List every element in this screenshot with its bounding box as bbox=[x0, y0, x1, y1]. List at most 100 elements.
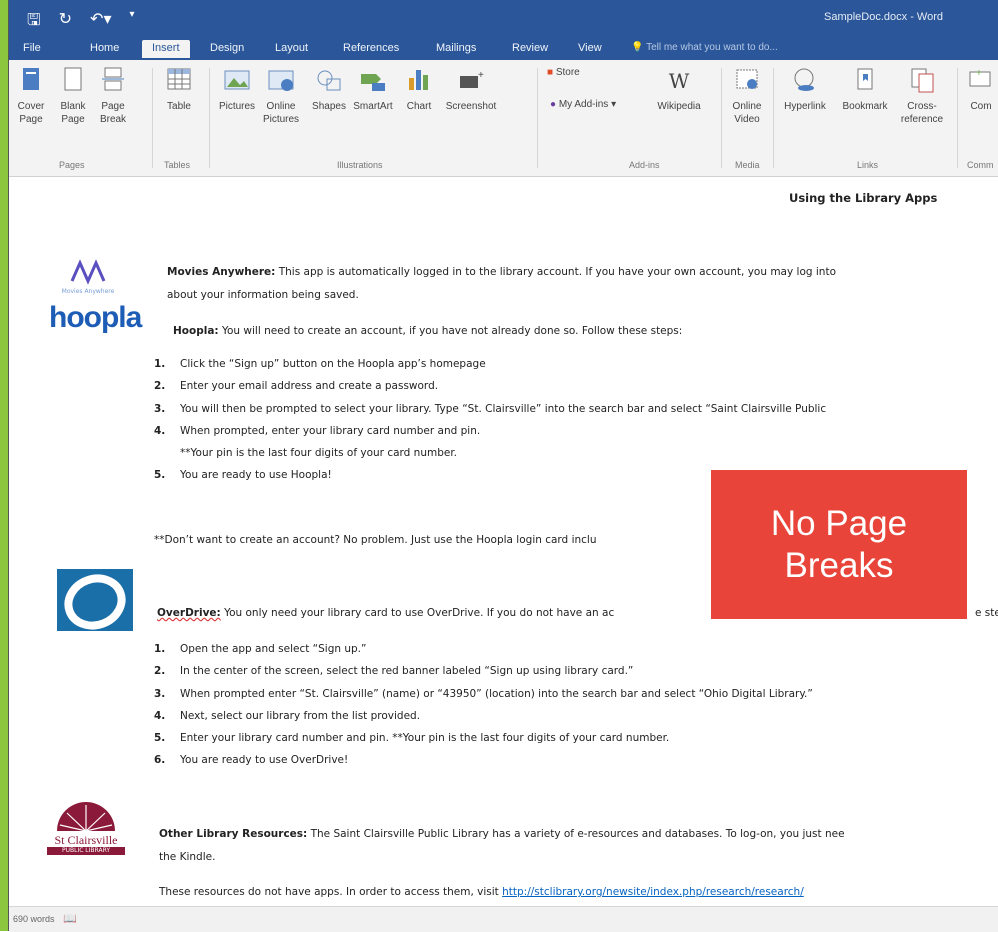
chart-button[interactable]: Chart bbox=[397, 66, 441, 113]
movies-anywhere-name: Movies Anywhere: bbox=[167, 266, 276, 278]
proofing-icon[interactable]: 📖 bbox=[63, 912, 77, 925]
document-heading: Using the Library Apps bbox=[789, 191, 938, 205]
overdrive-logo bbox=[57, 569, 133, 631]
ribbon-separator bbox=[957, 68, 958, 168]
customize-quick-access-icon[interactable]: ▾ bbox=[129, 9, 134, 36]
page-break-label: Page Break bbox=[99, 101, 127, 125]
online-pictures-icon bbox=[266, 66, 296, 96]
group-tables-label: Tables bbox=[164, 160, 191, 170]
pictures-icon bbox=[222, 66, 252, 96]
tab-mailings[interactable]: Mailings bbox=[436, 42, 476, 54]
no-page-breaks-banner: No Page Breaks bbox=[711, 470, 967, 619]
tab-home[interactable]: Home bbox=[90, 42, 119, 54]
smartart-label: SmartArt bbox=[353, 101, 393, 112]
movies-anywhere-paragraph: Movies Anywhere: This app is automatical… bbox=[167, 261, 836, 307]
chart-icon bbox=[404, 66, 434, 96]
list-item: 5. Enter your library card number and pin… bbox=[154, 732, 670, 745]
pin-note: **Your pin is the last four digits of yo… bbox=[180, 447, 458, 460]
smartart-button[interactable]: SmartArt bbox=[349, 66, 397, 113]
table-label: Table bbox=[167, 101, 191, 112]
page-break-icon bbox=[98, 66, 128, 96]
research-link[interactable]: http://stclibrary.org/newsite/index.php/… bbox=[502, 886, 804, 898]
online-video-label: Online Video bbox=[732, 101, 762, 125]
hoopla-intro: Hoopla: You will need to create an accou… bbox=[173, 320, 682, 343]
group-pages-label: Pages bbox=[59, 160, 85, 170]
cross-reference-icon bbox=[907, 66, 937, 96]
hoopla-steps: 1. Click the “Sign up” button on the Hoop… bbox=[154, 353, 826, 487]
word-window: 🖫 ↻ ↶▾ ▾ SampleDoc.docx - Word File Home… bbox=[8, 0, 998, 932]
tab-insert[interactable]: Insert bbox=[142, 40, 190, 58]
word-count[interactable]: 690 words bbox=[13, 914, 55, 924]
hoopla-no-account: **Don’t want to create an account? No pr… bbox=[154, 534, 597, 546]
ribbon-insert: Cover Page Blank Page Page Break Pages T… bbox=[9, 60, 998, 177]
my-addins-button[interactable]: ● My Add-ins ▾ bbox=[550, 98, 640, 111]
store-icon: ■ bbox=[547, 67, 554, 78]
title-bar: 🖫 ↻ ↶▾ ▾ SampleDoc.docx - Word bbox=[9, 0, 998, 38]
group-illustrations-label: Illustrations bbox=[337, 160, 383, 170]
tab-view[interactable]: View bbox=[578, 42, 602, 54]
status-bar: 690 words 📖 bbox=[9, 906, 998, 932]
cover-page-icon bbox=[16, 66, 46, 96]
movies-anywhere-caption: Movies Anywhere bbox=[61, 288, 115, 295]
store-label: Store bbox=[555, 67, 580, 78]
comment-button[interactable]: + Com bbox=[963, 66, 998, 113]
cross-reference-label: Cross- reference bbox=[900, 101, 944, 125]
tab-references[interactable]: References bbox=[343, 42, 399, 54]
tab-file[interactable]: File bbox=[23, 42, 41, 54]
hyperlink-button[interactable]: Hyperlink bbox=[777, 66, 833, 113]
other-resources-visit: These resources do not have apps. In ord… bbox=[159, 881, 804, 904]
pictures-label: Pictures bbox=[218, 101, 256, 112]
list-item: 6. You are ready to use OverDrive! bbox=[154, 754, 349, 767]
window-title: SampleDoc.docx - Word bbox=[824, 11, 944, 23]
list-item: 2. In the center of the screen, select th… bbox=[154, 665, 634, 678]
page-break-button[interactable]: Page Break bbox=[93, 66, 133, 126]
shapes-button[interactable]: Shapes bbox=[307, 66, 351, 113]
tell-me-box[interactable]: 💡 Tell me what you want to do... bbox=[631, 42, 778, 53]
online-video-button[interactable]: Online Video bbox=[727, 66, 767, 126]
group-media-label: Media bbox=[735, 160, 760, 170]
list-item: 1. Click the “Sign up” button on the Hoop… bbox=[154, 358, 486, 370]
tab-design[interactable]: Design bbox=[210, 42, 244, 54]
other-resources-name: Other Library Resources: bbox=[159, 828, 308, 840]
ribbon-separator bbox=[209, 68, 210, 168]
blank-page-icon bbox=[58, 66, 88, 96]
bookmark-icon bbox=[850, 66, 880, 96]
wikipedia-button[interactable]: W Wikipedia bbox=[649, 66, 709, 113]
overdrive-name: OverDrive: bbox=[157, 607, 221, 619]
stc-logo-subtext: PUBLIC LIBRARY bbox=[47, 847, 125, 855]
hoopla-logo: hoopla bbox=[49, 301, 142, 334]
online-pictures-button[interactable]: Online Pictures bbox=[259, 66, 303, 126]
undo-icon[interactable]: ↶▾ bbox=[90, 9, 111, 36]
pictures-button[interactable]: Pictures bbox=[215, 66, 259, 113]
blank-page-label: Blank Page bbox=[60, 101, 86, 125]
screenshot-label: Screenshot bbox=[445, 101, 497, 112]
hoopla-name: Hoopla: bbox=[173, 325, 219, 337]
list-item: **Your pin is the last four digits of yo… bbox=[154, 442, 826, 464]
cross-reference-button[interactable]: Cross- reference bbox=[897, 66, 947, 126]
other-resources-text-2: the Kindle. bbox=[159, 851, 216, 863]
bookmark-button[interactable]: Bookmark bbox=[837, 66, 893, 113]
list-item: 4. Next, select our library from the list… bbox=[154, 709, 421, 722]
cover-page-button[interactable]: Cover Page bbox=[11, 66, 51, 126]
tab-review[interactable]: Review bbox=[512, 42, 548, 54]
comment-icon: + bbox=[966, 66, 996, 96]
list-item: 1. Open the app and select “Sign up.” bbox=[154, 643, 367, 655]
save-icon[interactable]: 🖫 bbox=[27, 9, 41, 36]
overdrive-intro: OverDrive: You only need your library ca… bbox=[157, 602, 614, 625]
store-button[interactable]: ■ Store bbox=[547, 66, 607, 79]
online-pictures-label: Online Pictures bbox=[262, 101, 300, 125]
ribbon-separator bbox=[773, 68, 774, 168]
overdrive-intro-text: You only need your library card to use O… bbox=[220, 607, 615, 619]
blank-page-button[interactable]: Blank Page bbox=[53, 66, 93, 126]
banner-line-1: No Page bbox=[770, 503, 908, 543]
tab-layout[interactable]: Layout bbox=[275, 42, 308, 54]
ribbon-separator bbox=[152, 68, 153, 168]
online-video-icon bbox=[732, 66, 762, 96]
redo-icon[interactable]: ↻ bbox=[59, 9, 72, 36]
st-clairsville-library-logo: St Clairsville PUBLIC LIBRARY bbox=[47, 797, 125, 863]
table-button[interactable]: Table bbox=[159, 66, 199, 113]
overdrive-intro-tail: e ste bbox=[975, 607, 998, 619]
screenshot-button[interactable]: + Screenshot bbox=[443, 66, 499, 113]
overdrive-steps: 1. Open the app and select “Sign up.” 2. I… bbox=[154, 638, 813, 772]
group-comments-label: Comm bbox=[967, 160, 994, 170]
